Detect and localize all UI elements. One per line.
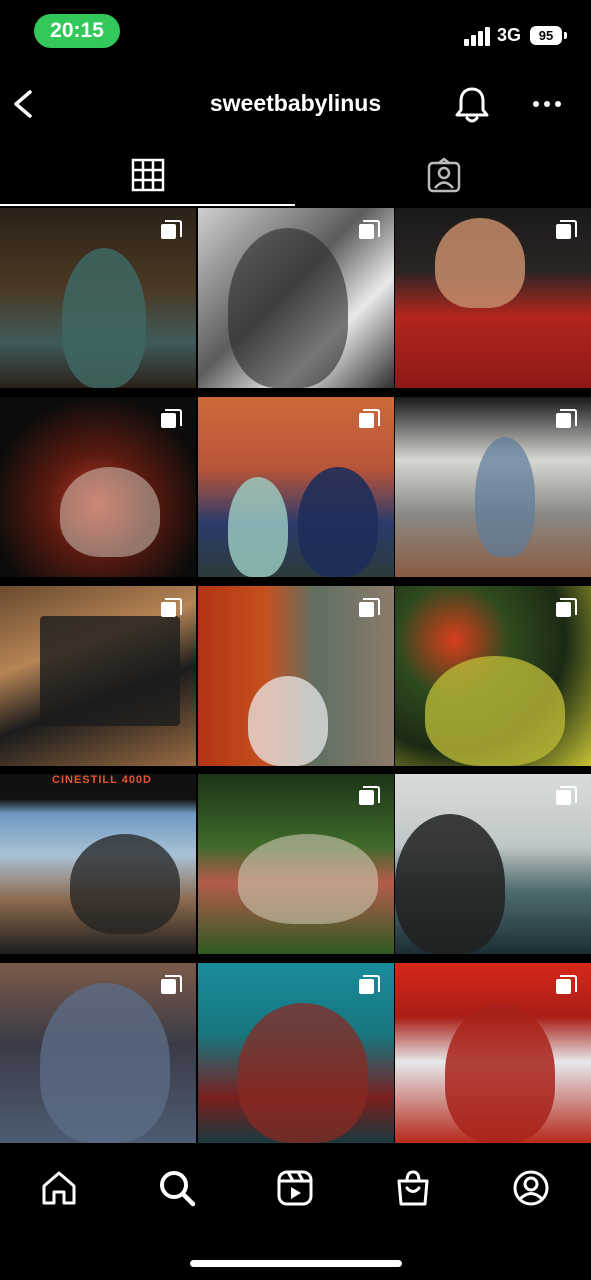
post-tile[interactable]	[197, 208, 394, 388]
nav-reels[interactable]	[271, 1164, 319, 1212]
nav-home[interactable]	[35, 1164, 83, 1212]
profile-tabs	[0, 146, 591, 206]
multiple-photos-icon	[358, 786, 380, 806]
grid-icon	[131, 158, 164, 192]
post-tile[interactable]	[395, 963, 591, 1144]
multiple-photos-icon	[161, 408, 182, 428]
multiple-photos-icon	[161, 597, 182, 617]
profile-icon	[513, 1170, 549, 1206]
home-indicator[interactable]	[190, 1260, 402, 1267]
nav-search[interactable]	[153, 1164, 201, 1212]
signal-icon	[464, 26, 492, 46]
multiple-photos-icon	[161, 220, 182, 239]
multiple-photos-icon	[358, 975, 380, 995]
multiple-photos-icon	[556, 786, 577, 806]
nav-shop[interactable]	[389, 1164, 437, 1212]
tab-tagged[interactable]	[296, 146, 591, 206]
more-options-icon[interactable]	[527, 86, 567, 122]
post-tile[interactable]: CINESTILL 400D	[0, 774, 196, 955]
reels-icon	[277, 1170, 313, 1206]
post-tile[interactable]	[197, 585, 394, 766]
battery-icon	[564, 32, 567, 39]
post-tile[interactable]	[395, 396, 591, 577]
shop-icon	[397, 1170, 429, 1206]
post-tile[interactable]	[0, 396, 196, 577]
post-tile[interactable]	[395, 585, 591, 766]
status-time: 20:15	[34, 14, 120, 48]
post-tile[interactable]	[0, 208, 196, 388]
multiple-photos-icon	[161, 975, 182, 995]
multiple-photos-icon	[556, 975, 577, 995]
multiple-photos-icon	[556, 408, 577, 428]
multiple-photos-icon	[556, 597, 577, 617]
home-icon	[42, 1171, 76, 1205]
multiple-photos-icon	[556, 220, 577, 239]
posts-grid: CINESTILL 400D	[0, 208, 591, 1150]
tagged-person-icon	[427, 158, 460, 193]
post-tile[interactable]	[0, 585, 196, 766]
profile-header: sweetbabylinus	[0, 62, 591, 146]
post-tile[interactable]	[0, 963, 196, 1144]
post-tile[interactable]	[197, 396, 394, 577]
post-tile[interactable]	[197, 963, 394, 1144]
tab-posts-grid[interactable]	[0, 146, 295, 206]
search-icon	[160, 1171, 196, 1207]
bell-icon[interactable]	[453, 84, 491, 124]
battery-level: 95	[530, 26, 562, 45]
multiple-photos-icon	[358, 408, 380, 428]
film-label: CINESTILL 400D	[52, 774, 152, 787]
post-tile[interactable]	[395, 774, 591, 955]
post-tile[interactable]	[395, 208, 591, 388]
nav-profile[interactable]	[507, 1164, 555, 1212]
bottom-nav	[0, 1150, 591, 1280]
post-tile[interactable]	[197, 774, 394, 955]
page-title: sweetbabylinus	[209, 90, 382, 116]
network-type: 3G	[497, 25, 522, 45]
multiple-photos-icon	[358, 220, 380, 239]
status-bar: 20:15 3G 95	[0, 0, 591, 62]
multiple-photos-icon	[358, 597, 380, 617]
